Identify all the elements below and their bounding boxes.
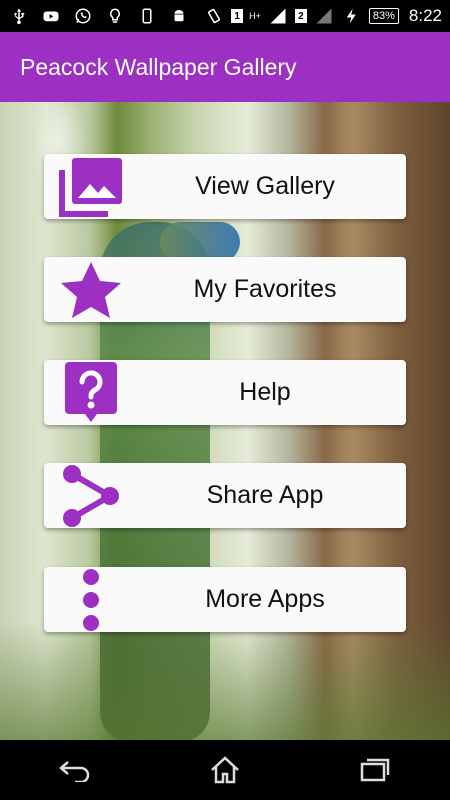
share-icon bbox=[56, 463, 126, 528]
recents-button[interactable] bbox=[345, 750, 405, 790]
signal-icon bbox=[267, 7, 289, 25]
share-app-label: Share App bbox=[206, 481, 324, 509]
home-button[interactable] bbox=[195, 750, 255, 790]
home-icon bbox=[211, 756, 239, 784]
help-label: Help bbox=[239, 378, 291, 406]
recents-icon bbox=[360, 758, 390, 782]
view-gallery-label: View Gallery bbox=[195, 172, 335, 200]
more-apps-button[interactable]: More Apps bbox=[44, 567, 406, 632]
star-icon bbox=[56, 257, 126, 322]
back-icon bbox=[59, 761, 90, 782]
share-app-button[interactable]: Share App bbox=[44, 463, 406, 528]
my-favorites-button[interactable]: My Favorites bbox=[44, 257, 406, 322]
more-vertical-icon bbox=[56, 567, 126, 632]
peacock-head-image bbox=[160, 222, 240, 262]
sim1-badge: 1 bbox=[231, 9, 244, 23]
charging-icon bbox=[341, 7, 363, 25]
app-title: Peacock Wallpaper Gallery bbox=[20, 53, 297, 80]
whatsapp-icon bbox=[72, 7, 94, 25]
signal-icon bbox=[313, 7, 335, 25]
navigation-bar bbox=[0, 740, 450, 800]
vibrate-icon bbox=[203, 7, 225, 25]
phone-icon bbox=[136, 7, 158, 25]
view-gallery-button[interactable]: View Gallery bbox=[44, 154, 406, 219]
network-type: H+ bbox=[249, 11, 261, 21]
battery-percent: 83% bbox=[368, 8, 399, 24]
android-icon bbox=[168, 7, 190, 25]
status-bar: 1 H+ 2 83% 8:22 bbox=[0, 0, 450, 32]
help-button[interactable]: Help bbox=[44, 360, 406, 425]
ground-image bbox=[0, 620, 450, 740]
more-apps-label: More Apps bbox=[205, 585, 325, 613]
sim2-badge: 2 bbox=[294, 9, 307, 23]
usb-icon bbox=[8, 7, 30, 25]
back-button[interactable] bbox=[45, 750, 105, 790]
help-icon bbox=[56, 360, 126, 425]
youtube-icon bbox=[40, 7, 62, 25]
my-favorites-label: My Favorites bbox=[193, 275, 337, 303]
bulb-icon bbox=[104, 7, 126, 25]
clock: 8:22 bbox=[408, 6, 442, 25]
gallery-icon bbox=[56, 154, 126, 219]
app-bar: Peacock Wallpaper Gallery bbox=[0, 32, 450, 102]
